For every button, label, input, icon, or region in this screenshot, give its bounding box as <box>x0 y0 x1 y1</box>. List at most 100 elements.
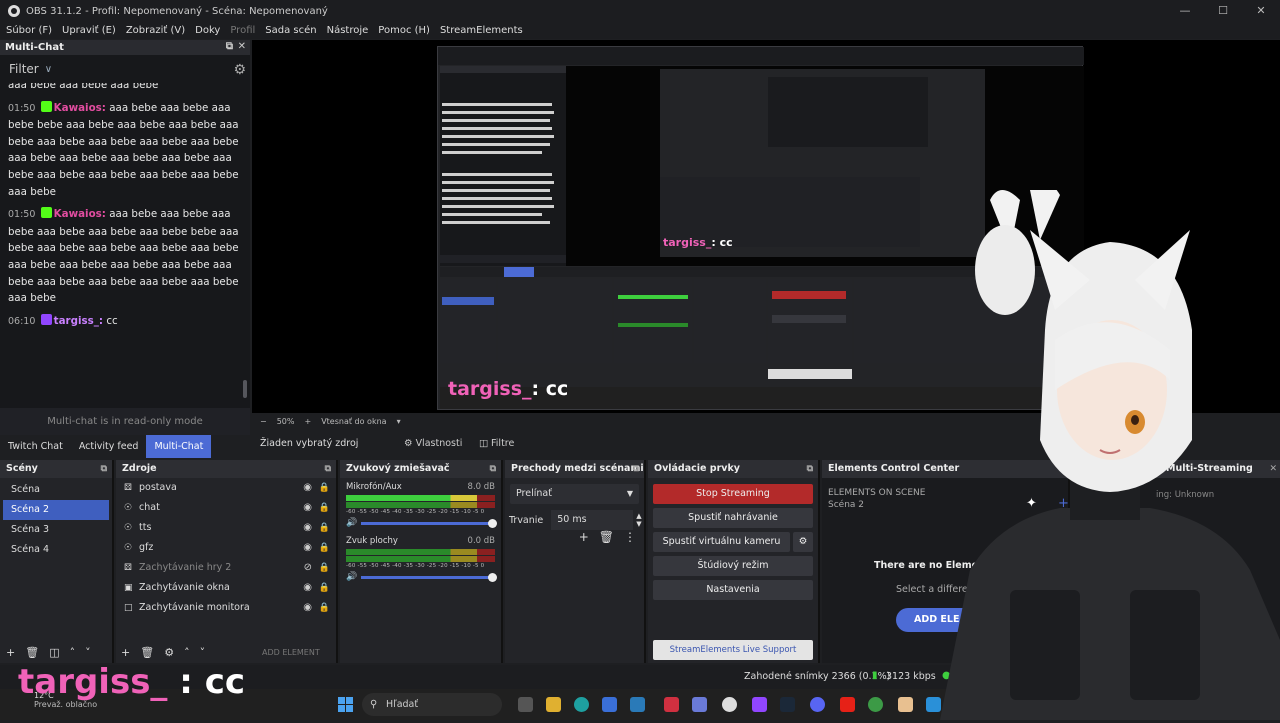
source-item[interactable]: ▣ Zachytávanie okna ◉ 🔒 <box>116 578 336 598</box>
spin-icon[interactable]: ▲ ▼ <box>636 512 641 528</box>
undock-icon[interactable]: ⧉ <box>633 460 639 478</box>
tab-activity-feed[interactable]: Activity feed <box>71 435 147 458</box>
lock-icon[interactable]: 🔒 <box>319 558 330 578</box>
twitch-icon[interactable] <box>752 697 767 712</box>
menu-view[interactable]: Zobraziť (V) <box>126 22 185 39</box>
vtube-icon[interactable] <box>692 697 707 712</box>
app-icon[interactable] <box>630 697 645 712</box>
menu-tools[interactable]: Nástroje <box>327 22 369 39</box>
close-icon[interactable]: ✕ <box>1242 0 1280 22</box>
eye-icon[interactable]: ◉ <box>303 538 312 558</box>
taskbar-search[interactable]: ⚲ Hľadať <box>362 693 502 716</box>
source-item[interactable]: ☉ tts ◉ 🔒 <box>116 518 336 538</box>
chat-scrollbar[interactable] <box>243 380 247 398</box>
gear-icon[interactable]: ⚙ <box>233 62 246 78</box>
discord-icon[interactable] <box>810 697 825 712</box>
settings-button[interactable]: Nastavenia <box>653 580 813 600</box>
duration-input[interactable]: 50 ms <box>551 510 634 530</box>
eye-icon[interactable]: ◉ <box>303 478 312 498</box>
source-item-hidden[interactable]: ⚄ Zachytávanie hry 2 ⊘ 🔒 <box>116 558 336 578</box>
start-recording-button[interactable]: Spustiť nahrávanie <box>653 508 813 528</box>
eye-icon[interactable]: ◉ <box>303 518 312 538</box>
properties-button[interactable]: ⚙ Vlastnosti <box>404 438 462 449</box>
tab-multi-chat[interactable]: Multi-Chat <box>146 435 212 458</box>
store-icon[interactable] <box>602 697 617 712</box>
menu-profile[interactable]: Profil <box>230 22 255 39</box>
globe-icon: ☉ <box>124 523 133 533</box>
scene-item[interactable]: Scéna <box>3 480 109 500</box>
speaker-icon[interactable]: 🔊 <box>346 572 357 582</box>
add-icon[interactable]: + <box>579 530 589 544</box>
source-item[interactable]: ☉ gfz ◉ 🔒 <box>116 538 336 558</box>
lock-icon[interactable]: 🔒 <box>319 478 330 498</box>
chat-text: aaa bebe aaa bebe aaa bebe <box>8 83 159 91</box>
multichat-filter[interactable]: Filter ∨ <box>0 55 250 83</box>
undock-icon[interactable]: ⧉ <box>101 460 107 478</box>
undock-icon[interactable]: ⧉ <box>325 460 331 478</box>
chrome-icon[interactable] <box>868 697 883 712</box>
chat-user[interactable]: Kawaios: <box>54 208 106 220</box>
undock-icon[interactable]: ⧉ <box>226 41 233 52</box>
lock-icon[interactable]: 🔒 <box>319 598 330 618</box>
eye-slash-icon[interactable]: ⊘ <box>304 558 312 578</box>
scene-item[interactable]: Scéna 3 <box>3 520 109 540</box>
source-item[interactable]: ☉ chat ◉ 🔒 <box>116 498 336 518</box>
youtube-icon[interactable] <box>840 697 855 712</box>
transitions-title: Prechody medzi scénami <box>511 463 644 474</box>
lock-icon[interactable]: 🔒 <box>319 538 330 558</box>
chat-user[interactable]: targiss_: <box>54 315 103 327</box>
stop-streaming-button[interactable]: Stop Streaming <box>653 484 813 504</box>
source-name: Zachytávanie monitora <box>139 602 250 613</box>
source-item[interactable]: ⚄ postava ◉ 🔒 <box>116 478 336 498</box>
windows-start-icon[interactable] <box>338 697 353 712</box>
channel-name: Mikrofón/Aux <box>346 482 402 492</box>
eye-icon[interactable]: ◉ <box>303 598 312 618</box>
volume-slider[interactable] <box>361 572 497 582</box>
scene-item-selected[interactable]: Scéna 2 <box>3 500 109 520</box>
app-icon[interactable] <box>898 697 913 712</box>
scene-item[interactable]: Scéna 4 <box>3 540 109 560</box>
chat-user[interactable]: Kawaios: <box>54 102 106 114</box>
live-support-button[interactable]: StreamElements Live Support <box>653 640 813 660</box>
filters-button[interactable]: ◫ Filtre <box>479 438 514 449</box>
menu-file[interactable]: Súbor (F) <box>6 22 52 39</box>
minimize-icon[interactable]: — <box>1166 0 1204 22</box>
volume-slider[interactable] <box>361 518 497 528</box>
close-icon[interactable]: ✕ <box>238 41 246 52</box>
gear-icon[interactable]: ⚙ <box>793 532 813 552</box>
zoom-in-button[interactable]: + <box>304 417 311 426</box>
edge-icon[interactable] <box>574 697 589 712</box>
menu-docks[interactable]: Doky <box>195 22 220 39</box>
maximize-icon[interactable]: ☐ <box>1204 0 1242 22</box>
tab-twitch-chat[interactable]: Twitch Chat <box>0 435 71 458</box>
file-explorer-icon[interactable] <box>546 697 561 712</box>
transition-select[interactable]: Prelínať ▼ <box>510 484 639 504</box>
source-item[interactable]: □ Zachytávanie monitora ◉ 🔒 <box>116 598 336 618</box>
app-icon[interactable] <box>664 697 679 712</box>
studio-mode-button[interactable]: Štúdiový režim <box>653 556 813 576</box>
menu-streamelements[interactable]: StreamElements <box>440 22 523 39</box>
add-icon[interactable]: + <box>6 646 15 662</box>
lock-icon[interactable]: 🔒 <box>319 518 330 538</box>
virtual-camera-button[interactable]: Spustiť virtuálnu kameru <box>653 532 790 552</box>
menu-edit[interactable]: Upraviť (E) <box>62 22 116 39</box>
obs-icon[interactable] <box>722 697 737 712</box>
task-view-icon[interactable] <box>518 697 533 712</box>
chevron-down-icon[interactable]: ▾ <box>397 417 401 426</box>
nested-overlay-text: : cc <box>531 378 569 400</box>
zoom-fit-select[interactable]: Vtesnať do okna <box>321 417 386 426</box>
menu-dots-icon[interactable]: ⋮ <box>624 530 636 544</box>
lock-icon[interactable]: 🔒 <box>319 498 330 518</box>
eye-icon[interactable]: ◉ <box>303 578 312 598</box>
zoom-out-button[interactable]: − <box>260 417 267 426</box>
undock-icon[interactable]: ⧉ <box>490 460 496 478</box>
menu-help[interactable]: Pomoc (H) <box>378 22 430 39</box>
trash-icon[interactable]: 🗑 <box>599 530 614 544</box>
add-element-button[interactable]: ADD ELEMENT <box>262 648 320 657</box>
undock-icon[interactable]: ⧉ <box>807 460 813 478</box>
menu-scene-collection[interactable]: Sada scén <box>265 22 316 39</box>
lock-icon[interactable]: 🔒 <box>319 578 330 598</box>
steam-icon[interactable] <box>780 697 795 712</box>
speaker-icon[interactable]: 🔊 <box>346 518 357 528</box>
eye-icon[interactable]: ◉ <box>303 498 312 518</box>
